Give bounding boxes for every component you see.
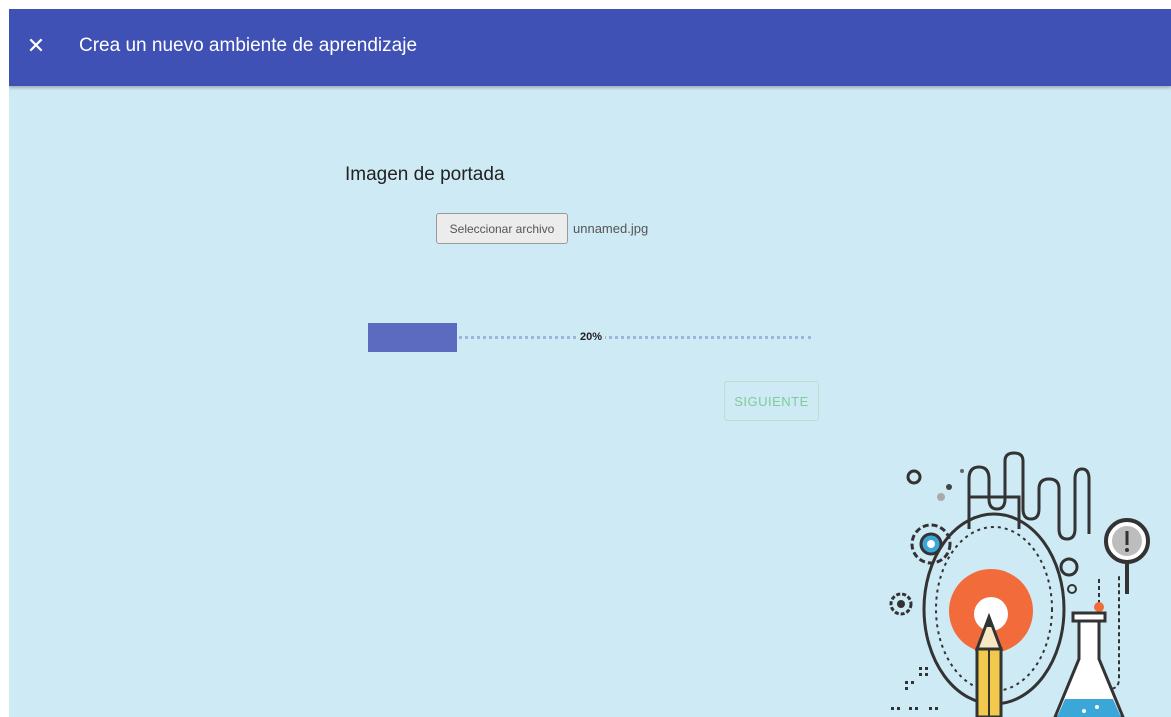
- close-icon: ✕: [26, 34, 46, 59]
- next-button[interactable]: SIGUIENTE: [724, 381, 819, 421]
- dialog-frame: ✕ Crea un nuevo ambiente de aprendizaje …: [9, 9, 1171, 717]
- dots-pattern: [891, 667, 938, 710]
- bubble-icon: [906, 469, 922, 485]
- close-button[interactable]: ✕: [23, 34, 49, 60]
- cover-image-title: Imagen de portada: [345, 164, 505, 185]
- science-illustration: [889, 451, 1150, 717]
- bubble-icon: [1059, 557, 1079, 577]
- bubble-icon: [1067, 584, 1077, 594]
- drop-icon: [1094, 602, 1104, 612]
- magnifier-icon: [1104, 518, 1150, 594]
- bubble-icon: [946, 484, 952, 490]
- bubble-icon: [937, 493, 945, 501]
- bubble-icon: [960, 469, 964, 473]
- selected-file-name: unnamed.jpg: [573, 221, 649, 236]
- progress-fill: [368, 323, 457, 352]
- erlenmeyer-flask-icon: [1053, 611, 1125, 717]
- progress-label: 20%: [577, 331, 606, 343]
- select-file-button[interactable]: Seleccionar archivo: [436, 213, 568, 244]
- progress-bar: 20%: [368, 323, 811, 352]
- dialog-title: Crea un nuevo ambiente de aprendizaje: [79, 35, 418, 56]
- small-gear-icon: [889, 592, 913, 616]
- app-bar: ✕ Crea un nuevo ambiente de aprendizaje: [9, 9, 1171, 86]
